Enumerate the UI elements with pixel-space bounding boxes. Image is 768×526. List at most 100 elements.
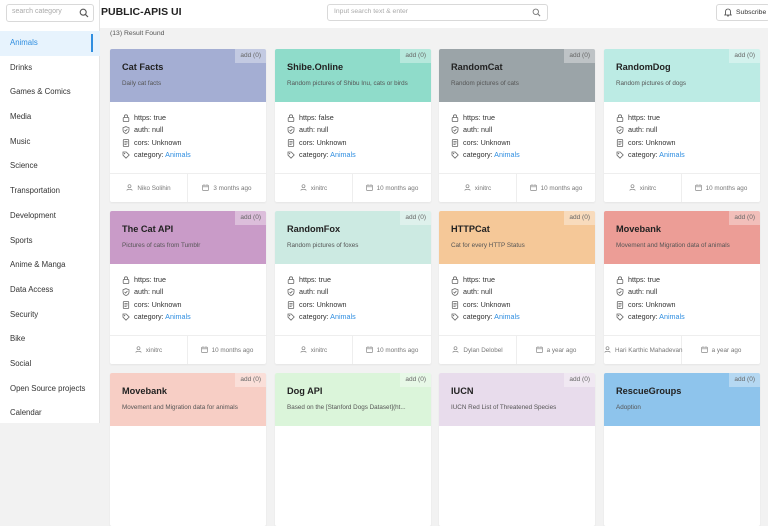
tag-icon [287, 151, 295, 159]
card-properties: https: true auth: null cors: Unknown catego… [122, 274, 191, 324]
card-title[interactable]: Movebank [616, 224, 661, 234]
auth-label: auth: [134, 125, 152, 135]
sidebar-item-security[interactable]: Security [0, 303, 100, 328]
tag-icon [122, 313, 130, 321]
category-link[interactable]: Animals [165, 312, 191, 321]
card-title[interactable]: RandomCat [451, 62, 503, 72]
sidebar-item-development[interactable]: Development [0, 204, 100, 229]
sidebar-item-animals[interactable]: Animals [0, 31, 100, 56]
author-name: xinitrc [310, 347, 328, 354]
add-button[interactable]: add (0) [235, 211, 266, 225]
shield-check-icon [287, 126, 295, 135]
card-title[interactable]: Movebank [122, 386, 167, 396]
category-prop: category: Animals [616, 311, 685, 323]
category-link[interactable]: Animals [494, 150, 520, 159]
add-button[interactable]: add (0) [235, 49, 266, 63]
https-label: https: [463, 113, 483, 122]
add-button[interactable]: add (0) [235, 373, 266, 387]
api-card[interactable]: IUCN IUCN Red List of Threatened Species a… [439, 373, 595, 526]
subscribe-button[interactable]: Subscribe [716, 4, 768, 21]
card-title[interactable]: RandomDog [616, 62, 671, 72]
add-button[interactable]: add (0) [729, 49, 760, 63]
search-icon[interactable] [532, 8, 541, 17]
sidebar-item-sports[interactable]: Sports [0, 229, 100, 254]
category-search-input[interactable]: search category [6, 4, 94, 22]
tag-icon [122, 151, 130, 159]
https-label: https: [628, 113, 648, 122]
sidebar-item-science[interactable]: Science [0, 154, 100, 179]
card-header: HTTPCat Cat for every HTTP Status add (0) [439, 211, 595, 264]
add-button[interactable]: add (0) [729, 211, 760, 225]
add-button[interactable]: add (0) [729, 373, 760, 387]
https-label: https: [299, 275, 319, 284]
add-button[interactable]: add (0) [400, 373, 431, 387]
add-button[interactable]: add (0) [564, 211, 595, 225]
sidebar: search category Animals Drinks Games & Com… [0, 0, 100, 423]
api-card[interactable]: RescueGroups Adoption add (0) [604, 373, 760, 526]
auth-prop: auth: null [122, 286, 191, 298]
https-label: https: [299, 113, 319, 122]
lock-icon [122, 114, 130, 122]
api-card[interactable]: Movebank Movement and Migration data of a… [604, 211, 760, 364]
card-title[interactable]: Dog API [287, 386, 322, 396]
card-title[interactable]: RandomFox [287, 224, 340, 234]
card-description: Movement and Migration data for animals [122, 404, 238, 411]
category-link[interactable]: Animals [659, 150, 685, 159]
auth-prop: auth: null [122, 124, 191, 136]
add-button[interactable]: add (0) [400, 49, 431, 63]
search-icon[interactable] [79, 8, 89, 18]
sidebar-item-transportation[interactable]: Transportation [0, 179, 100, 204]
api-search-input[interactable]: Input search text & enter [327, 4, 548, 21]
add-button[interactable]: add (0) [564, 49, 595, 63]
sidebar-item-anime-manga[interactable]: Anime & Manga [0, 253, 100, 278]
sidebar-item-games-comics[interactable]: Games & Comics [0, 80, 100, 105]
sidebar-item-social[interactable]: Social [0, 352, 100, 377]
api-card[interactable]: Dog API Based on the [Stanford Dogs Datas… [275, 373, 431, 526]
api-card[interactable]: Shibe.Online Random pictures of Shibu Inu… [275, 49, 431, 202]
card-properties: https: true auth: null cors: Unknown catego… [122, 112, 191, 162]
category-label: category: [134, 150, 166, 160]
card-footer: xinitrc 10 months ago [275, 335, 431, 364]
lock-icon [616, 114, 624, 122]
api-card[interactable]: HTTPCat Cat for every HTTP Status add (0) h… [439, 211, 595, 364]
card-title[interactable]: Shibe.Online [287, 62, 343, 72]
category-link[interactable]: Animals [330, 150, 356, 159]
add-button[interactable]: add (0) [564, 373, 595, 387]
api-card[interactable]: RandomFox Random pictures of foxes add (0)… [275, 211, 431, 364]
user-icon [452, 346, 459, 353]
auth-value: null [151, 287, 164, 297]
category-link[interactable]: Animals [494, 312, 520, 321]
add-button[interactable]: add (0) [400, 211, 431, 225]
api-card[interactable]: RandomDog Random pictures of dogs add (0) h… [604, 49, 760, 202]
card-title[interactable]: The Cat API [122, 224, 173, 234]
sidebar-item-calendar[interactable]: Calendar [0, 401, 100, 426]
auth-label: auth: [628, 125, 646, 135]
document-icon [451, 138, 459, 147]
card-title[interactable]: RescueGroups [616, 386, 681, 396]
api-card[interactable]: RandomCat Random pictures of cats add (0) h… [439, 49, 595, 202]
document-icon [287, 300, 295, 309]
sidebar-item-open-source-projects[interactable]: Open Source projects [0, 377, 100, 402]
category-link[interactable]: Animals [165, 150, 191, 159]
calendar-icon [700, 346, 708, 353]
card-author: xinitrc [275, 336, 353, 364]
sidebar-item-bike[interactable]: Bike [0, 327, 100, 352]
sidebar-item-drinks[interactable]: Drinks [0, 56, 100, 81]
sidebar-item-media[interactable]: Media [0, 105, 100, 130]
card-title[interactable]: IUCN [451, 386, 473, 396]
category-link[interactable]: Animals [330, 312, 356, 321]
shield-check-icon [287, 288, 295, 297]
https-label: https: [134, 113, 154, 122]
card-author: xinitrc [110, 336, 188, 364]
api-card[interactable]: Movebank Movement and Migration data for … [110, 373, 266, 526]
auth-label: auth: [134, 287, 152, 297]
sidebar-item-music[interactable]: Music [0, 130, 100, 155]
card-title[interactable]: Cat Facts [122, 62, 163, 72]
sidebar-item-data-access[interactable]: Data Access [0, 278, 100, 303]
category-link[interactable]: Animals [659, 312, 685, 321]
api-card[interactable]: Cat Facts Daily cat facts add (0) https: tr… [110, 49, 266, 202]
author-name: xinitrc [145, 347, 163, 354]
api-card[interactable]: The Cat API Pictures of cats from Tumblr a… [110, 211, 266, 364]
card-title[interactable]: HTTPCat [451, 224, 490, 234]
updated-time: a year ago [546, 347, 577, 354]
